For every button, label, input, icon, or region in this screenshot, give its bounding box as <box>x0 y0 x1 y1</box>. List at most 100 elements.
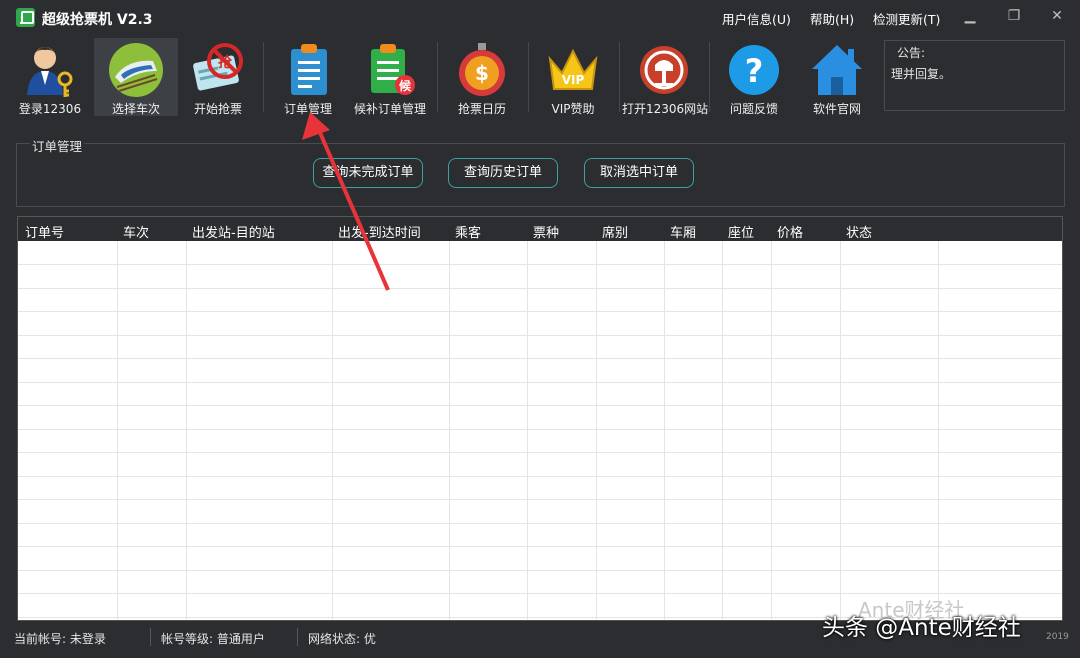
toolbar-order-management[interactable]: 订单管理 <box>266 38 350 116</box>
menu-help[interactable]: 帮助(H) <box>810 9 854 28</box>
toolbar-select-train[interactable]: 选择车次 <box>94 38 178 116</box>
table-row <box>18 358 1062 359</box>
toolbar-grab-calendar[interactable]: $ 抢票日历 <box>440 38 524 116</box>
toolbar-separator <box>437 42 438 112</box>
menu-check-update[interactable]: 检测更新(T) <box>873 9 940 28</box>
table-row <box>18 546 1062 547</box>
table-column-divider <box>840 241 841 620</box>
table-column-divider <box>771 241 772 620</box>
toolbar-separator <box>619 42 620 112</box>
column-header-stations[interactable]: 出发站-目的站 <box>192 222 275 241</box>
status-separator <box>150 628 151 646</box>
toolbar-start-grab[interactable]: 抢 开始抢票 <box>176 38 260 116</box>
waitlist-doc-icon: 候 <box>371 44 415 95</box>
table-row <box>18 429 1062 430</box>
status-separator <box>297 628 298 646</box>
toolbar-separator <box>709 42 710 112</box>
status-account: 当前帐号: 未登录 <box>14 632 106 646</box>
toolbar-official-site[interactable]: 软件官网 <box>795 38 879 116</box>
table-column-divider <box>527 241 528 620</box>
ticket-grab-icon: 抢 <box>193 43 243 91</box>
svg-text:?: ? <box>745 52 764 90</box>
table-row <box>18 311 1062 312</box>
toolbar-feedback-label: 问题反馈 <box>729 102 778 116</box>
title-bar: 超级抢票机 V2.3 用户信息(U) 帮助(H) 检测更新(T) ▁ ❐ ✕ <box>0 0 1080 34</box>
toolbar-vip-sponsor-label: VIP赞助 <box>551 102 595 116</box>
table-column-divider <box>186 241 187 620</box>
table-row <box>18 452 1062 453</box>
minimize-button[interactable]: ▁ <box>958 6 982 26</box>
train-icon <box>109 43 163 97</box>
stopwatch-icon: $ <box>459 43 505 96</box>
toolbar-select-train-label: 选择车次 <box>111 102 160 116</box>
toolbar-separator <box>263 42 264 112</box>
table-row <box>18 570 1062 571</box>
table-row <box>18 288 1062 289</box>
toolbar-vip-sponsor[interactable]: VIP VIP赞助 <box>531 38 615 116</box>
svg-text:候: 候 <box>399 78 412 93</box>
close-button[interactable]: ✕ <box>1045 6 1069 26</box>
home-icon <box>812 45 862 95</box>
column-header-order-no[interactable]: 订单号 <box>25 222 64 241</box>
column-header-coach[interactable]: 车厢 <box>670 222 696 241</box>
toolbar-waitlist-orders[interactable]: 候 候补订单管理 <box>348 38 432 116</box>
table-column-divider <box>332 241 333 620</box>
svg-text:$: $ <box>475 61 489 85</box>
menu-user-info[interactable]: 用户信息(U) <box>722 9 791 28</box>
column-header-train[interactable]: 车次 <box>123 222 149 241</box>
toolbar-open-12306[interactable]: 打开12306网站 <box>622 38 709 116</box>
crown-icon: VIP <box>548 48 598 90</box>
toolbar-login[interactable]: 登录12306 <box>8 38 92 116</box>
orders-table-header: 订单号 车次 出发站-目的站 出发-到达时间 乘客 票种 席别 车厢 座位 价格… <box>18 217 1062 241</box>
maximize-button[interactable]: ❐ <box>1002 6 1026 26</box>
notice-panel: 公告: 理并回复。 <box>884 40 1065 111</box>
svg-text:VIP: VIP <box>562 73 585 87</box>
toolbar-login-label: 登录12306 <box>18 102 82 116</box>
app-title: 超级抢票机 V2.3 <box>42 12 153 28</box>
table-row <box>18 264 1062 265</box>
status-network: 网络状态: 优 <box>308 632 376 646</box>
column-header-times[interactable]: 出发-到达时间 <box>338 222 421 241</box>
column-header-status[interactable]: 状态 <box>846 222 872 241</box>
status-year: 2019 <box>1046 632 1069 642</box>
column-header-seat[interactable]: 座位 <box>728 222 754 241</box>
railway-logo-icon <box>640 46 688 94</box>
question-icon: ? <box>729 45 779 95</box>
toolbar-official-site-label: 软件官网 <box>812 102 861 116</box>
query-history-orders-button[interactable]: 查询历史订单 <box>448 158 558 188</box>
query-unfinished-orders-button[interactable]: 查询未完成订单 <box>313 158 423 188</box>
status-account-level: 帐号等级: 普通用户 <box>161 632 265 646</box>
column-header-ticket-type[interactable]: 票种 <box>533 222 559 241</box>
toolbar-grab-calendar-label: 抢票日历 <box>457 102 506 116</box>
table-row <box>18 405 1062 406</box>
toolbar-start-grab-label: 开始抢票 <box>193 102 242 116</box>
notice-body: 理并回复。 <box>891 67 952 81</box>
column-header-passenger[interactable]: 乘客 <box>455 222 481 241</box>
toolbar-order-management-label: 订单管理 <box>283 102 332 116</box>
table-row <box>18 476 1062 477</box>
cancel-selected-orders-button[interactable]: 取消选中订单 <box>584 158 694 188</box>
toolbar-open-12306-label: 打开12306网站 <box>622 102 709 116</box>
toolbar: 登录12306 选择车次 抢 开始抢票 订单管理 候 候补订单管理 $ 抢票日历… <box>0 34 1080 118</box>
table-row <box>18 382 1062 383</box>
user-key-icon <box>27 47 73 97</box>
order-management-title: 订单管理 <box>30 136 85 155</box>
orders-table[interactable]: 订单号 车次 出发站-目的站 出发-到达时间 乘客 票种 席别 车厢 座位 价格… <box>17 216 1063 621</box>
table-row <box>18 335 1062 336</box>
table-column-divider <box>117 241 118 620</box>
table-column-divider <box>938 241 939 620</box>
toolbar-feedback[interactable]: ? 问题反馈 <box>712 38 796 116</box>
column-header-price[interactable]: 价格 <box>777 222 803 241</box>
watermark: 头条 @Ante财经社 <box>822 615 1021 641</box>
toolbar-separator <box>528 42 529 112</box>
notice-title: 公告: <box>897 46 926 60</box>
column-header-seat-class[interactable]: 席别 <box>602 222 628 241</box>
toolbar-waitlist-orders-label: 候补订单管理 <box>353 102 426 116</box>
app-logo-icon <box>16 8 35 27</box>
order-doc-icon <box>291 44 327 95</box>
table-row <box>18 523 1062 524</box>
table-column-divider <box>449 241 450 620</box>
table-column-divider <box>722 241 723 620</box>
table-column-divider <box>596 241 597 620</box>
svg-text:抢: 抢 <box>218 54 233 71</box>
